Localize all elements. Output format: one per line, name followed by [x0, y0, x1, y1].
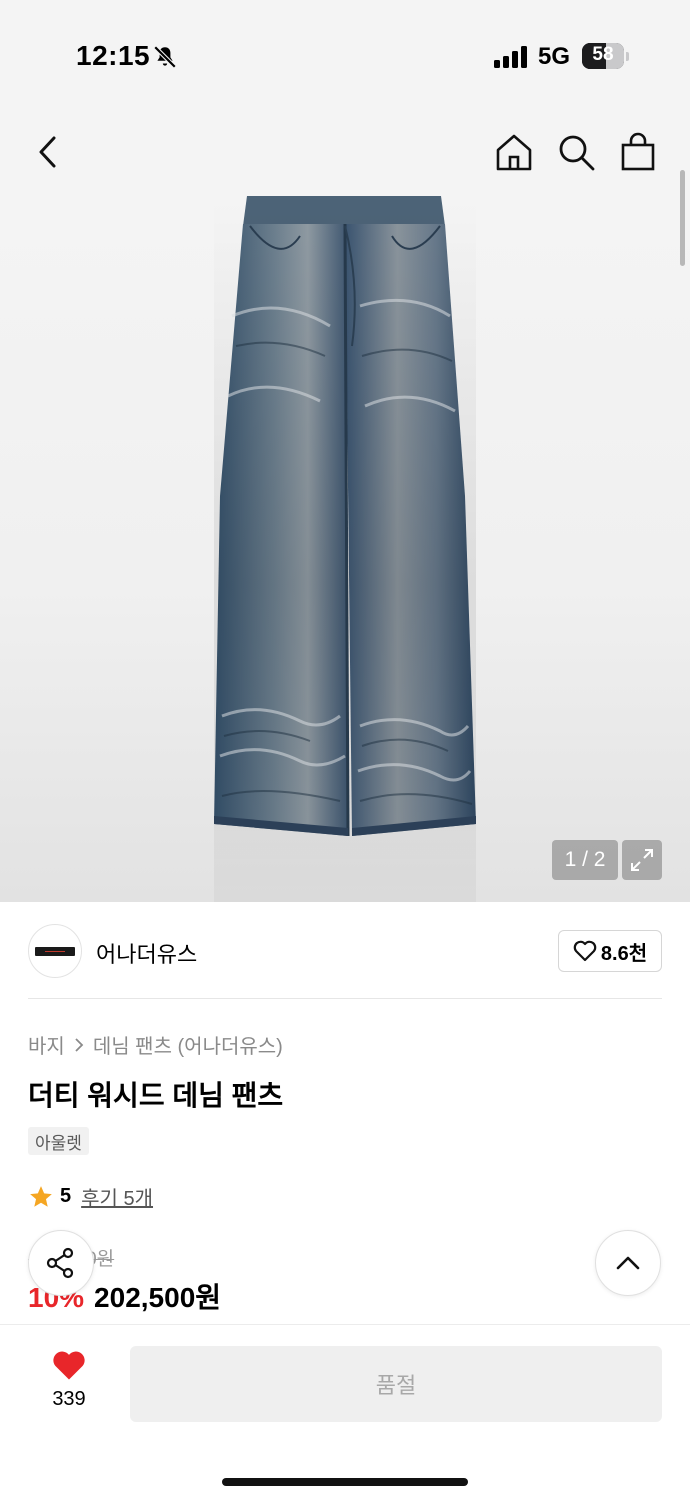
battery-level: 58: [592, 44, 614, 65]
breadcrumb-subcategory[interactable]: 데님 팬츠 (어나더유스): [93, 1030, 283, 1059]
home-icon: [496, 134, 532, 171]
share-icon: [46, 1247, 74, 1279]
top-nav: [0, 110, 690, 196]
wish-count: 339: [52, 1388, 86, 1410]
brand-logo: [28, 924, 82, 978]
expand-image-button[interactable]: [622, 840, 662, 880]
heart-filled-icon: [53, 1351, 85, 1380]
divider: [28, 998, 662, 999]
product-title: 더티 워시드 데님 팬츠: [28, 1080, 284, 1111]
sale-price: 202,500원: [94, 1282, 222, 1313]
back-icon: [39, 136, 56, 168]
breadcrumb: 바지 데님 팬츠 (어나더유스): [28, 1030, 283, 1059]
brand-like-button[interactable]: 8.6천: [558, 930, 662, 972]
wish-button[interactable]: 339: [38, 1349, 100, 1411]
chevron-right-icon: [75, 1037, 84, 1052]
status-bar: 12:15 5G 58: [0, 0, 690, 110]
bottom-bar: 339 품절: [0, 1324, 690, 1500]
network-label: 5G: [538, 43, 571, 70]
product-image[interactable]: 1 / 2: [0, 196, 690, 902]
brand-like-count: 8.6천: [600, 942, 648, 965]
shopping-bag-icon: [621, 132, 655, 171]
heart-outline-icon: [573, 940, 597, 962]
chevron-up-icon: [616, 1256, 640, 1270]
signal-icon: [494, 46, 527, 68]
star-icon: [30, 1185, 52, 1207]
rating-score: 5: [60, 1185, 72, 1207]
denim-pants-image: [214, 196, 476, 902]
breadcrumb-category[interactable]: 바지: [28, 1030, 65, 1059]
soldout-button[interactable]: 품절: [130, 1346, 662, 1422]
outlet-tag: 아울렛: [28, 1127, 89, 1155]
battery-icon: 58: [582, 43, 624, 69]
scroll-top-button[interactable]: [595, 1230, 661, 1296]
back-button[interactable]: [24, 128, 72, 176]
brand-name[interactable]: 어나더유스: [96, 937, 197, 969]
rating-row: 5 후기 5개: [28, 1182, 153, 1211]
scrollbar[interactable]: [680, 170, 685, 266]
bell-muted-icon: [153, 45, 177, 69]
image-counter: 1 / 2: [552, 840, 618, 880]
home-indicator[interactable]: [222, 1478, 468, 1486]
share-button[interactable]: [28, 1230, 94, 1296]
review-link[interactable]: 후기 5개: [81, 1182, 153, 1211]
home-button[interactable]: [490, 128, 538, 176]
battery-tip: [626, 52, 629, 61]
brand-row[interactable]: 어나더유스 8.6천: [28, 924, 662, 978]
search-icon: [559, 135, 595, 171]
cart-button[interactable]: [614, 128, 662, 176]
status-time: 12:15: [76, 40, 151, 71]
search-button[interactable]: [552, 128, 600, 176]
expand-icon: [631, 849, 653, 871]
